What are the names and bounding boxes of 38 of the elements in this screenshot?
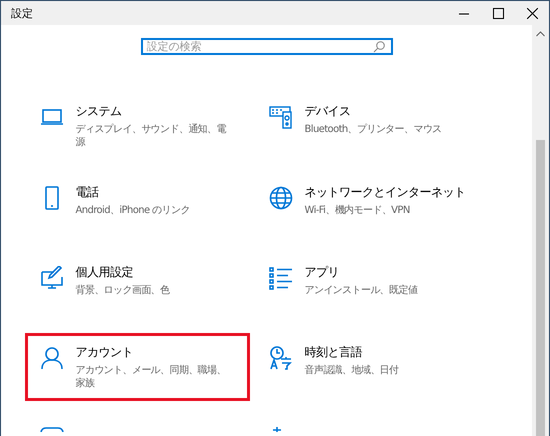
search-field[interactable]: 設定の検索 [140,38,392,55]
search-icon [372,40,384,52]
person-icon [40,346,64,370]
category-title: 個人用設定 [76,264,133,281]
category-item[interactable]: システム ディスプレイ、サウンド、通知、電源 [24,92,250,160]
category-title: 時刻と言語 [304,344,362,361]
clock-letter-icon [268,346,292,370]
category-item[interactable]: アカウント アカウント、メール、同期、職場、家族 [24,333,250,401]
window-title: 設定 [10,6,34,20]
category-description: ディスプレイ、サウンド、通知、電源 [76,123,228,149]
category-item[interactable]: ネットワークとインターネット Wi-Fi、機内モード、VPN [254,173,488,240]
category-item[interactable]: 個人用設定 背景、ロック画面、色 [24,253,250,320]
category-item[interactable]: 電話 Android、iPhone のリンク [24,173,250,240]
category-description: Android、iPhone のリンク [76,204,190,217]
category-description: 背景、ロック画面、色 [76,284,170,297]
keyboard-speaker-icon [268,105,292,129]
paintbrush-monitor-icon [40,266,64,290]
scroll-up-icon[interactable] [536,30,545,36]
globe-icon [268,186,292,210]
category-title: アプリ [304,264,339,281]
category-title: システム [76,103,122,120]
category-description: Bluetooth、プリンター、マウス [304,123,442,136]
category-description: アカウント、メール、同期、職場、家族 [76,364,227,390]
scrollbar-thumb[interactable] [536,140,545,436]
category-title: ネットワークとインターネット [304,184,466,201]
category-title: アカウント [76,344,133,361]
close-icon [526,8,538,18]
maximize-icon [492,8,504,18]
category-item[interactable]: 時刻と言語 音声認識、地域、日付 [254,333,488,401]
category-description: Wi-Fi、機内モード、VPN [304,204,410,217]
category-description: アンインストール、既定値 [304,284,418,297]
category-item[interactable]: デバイス Bluetooth、プリンター、マウス [254,92,488,160]
list-icon [268,266,292,290]
category-description: 音声認識、地域、日付 [304,364,399,377]
category-item[interactable]: アプリ アンインストール、既定値 [254,253,488,320]
category-title: 電話 [76,184,98,201]
category-title: デバイス [304,103,350,120]
scrollbar[interactable] [532,25,549,436]
